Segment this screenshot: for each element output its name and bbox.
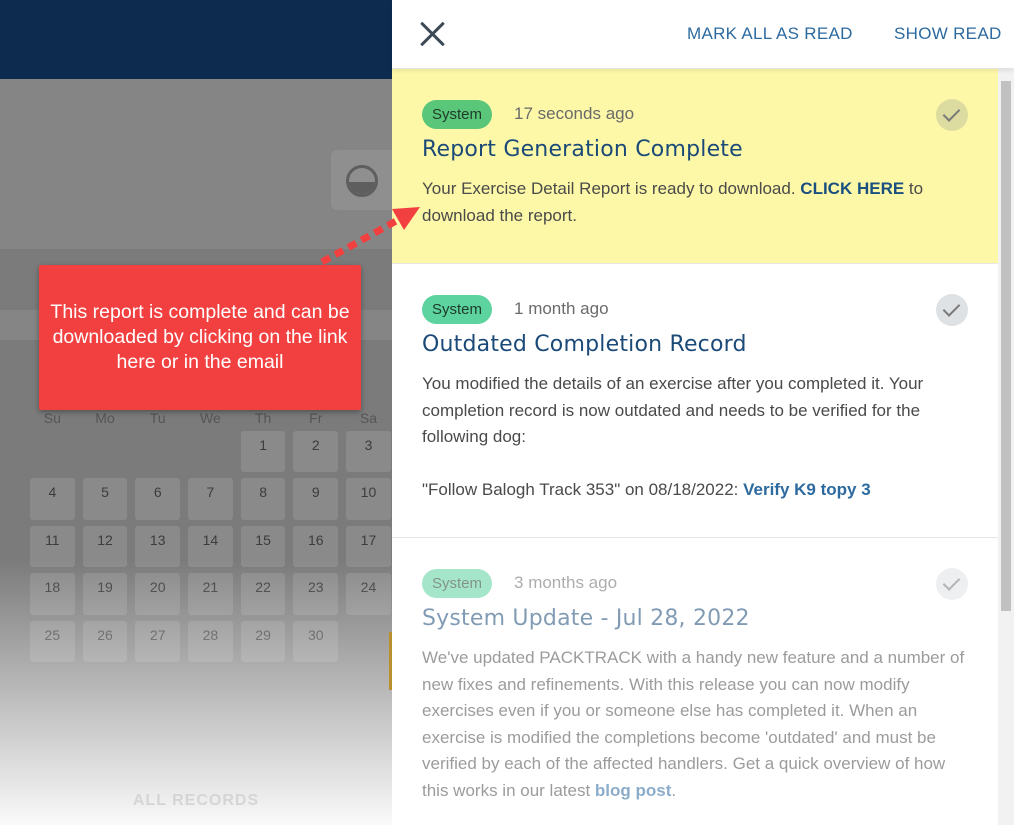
calendar-day: 6 — [135, 478, 181, 520]
weekday-label: Fr — [309, 410, 323, 426]
calendar-day: 10 — [346, 478, 391, 520]
calendar-empty-cell — [346, 621, 391, 662]
weekday-label: Su — [43, 410, 61, 426]
body-text: Your Exercise Detail Report is ready to … — [422, 179, 801, 198]
notification-title: Outdated Completion Record — [422, 332, 747, 357]
calendar-day: 29 — [240, 620, 286, 662]
weekday-label: Tu — [149, 410, 166, 426]
timestamp: 3 months ago — [514, 573, 618, 592]
category-badge: System — [422, 99, 493, 129]
exercise-detail: "Follow Balogh Track 353" on 08/18/2022:… — [422, 477, 968, 504]
calendar-empty-cell — [135, 431, 180, 472]
scrollbar-track[interactable] — [998, 69, 1014, 825]
mark-read-check-icon[interactable] — [936, 568, 968, 600]
calendar-empty-cell — [30, 431, 75, 472]
calendar-day: 14 — [188, 525, 233, 568]
calendar-day: 17 — [346, 525, 391, 568]
calendar-day: 28 — [188, 620, 233, 662]
notification-title: Report Generation Complete — [422, 137, 743, 162]
calendar-day: 27 — [135, 620, 181, 662]
calendar-day: 18 — [30, 573, 75, 615]
calendar-day: 30 — [293, 620, 339, 662]
blog-post-link[interactable]: blog post — [595, 781, 671, 800]
weekday-label: We — [200, 410, 221, 426]
calendar-day: 1 — [240, 431, 286, 473]
calendar-day: 20 — [135, 573, 181, 615]
calendar-day: 9 — [293, 478, 339, 520]
calendar-day: 21 — [188, 573, 233, 615]
drawer-header: MARK ALL AS READ SHOW READ — [392, 0, 1014, 69]
weekday-label: Sa — [359, 410, 378, 426]
gauge-icon — [346, 165, 378, 197]
notification-body: We've updated PACKTRACK with a handy new… — [422, 645, 968, 804]
background-tool-button — [331, 150, 392, 210]
category-badge: System — [422, 294, 493, 324]
notification-item: System 1 month ago Outdated Completion R… — [392, 264, 998, 538]
notification-item: System 17 seconds ago Report Generation … — [392, 69, 998, 264]
background-app: Su Mo Tu We Th Fr Sa 1 2 3 4 5 6 7 8 9 10 11 12 13 14 15 16 17… — [0, 0, 392, 825]
calendar-day: 19 — [82, 573, 128, 615]
calendar-day: 8 — [240, 478, 286, 520]
notification-list: System 17 seconds ago Report Generation … — [392, 69, 998, 825]
weekday-label: Mo — [95, 410, 115, 426]
calendar-day: 5 — [82, 478, 128, 520]
notification-body: You modified the details of an exercise … — [422, 371, 968, 503]
calendar-day: 15 — [240, 525, 286, 568]
notification-body: Your Exercise Detail Report is ready to … — [422, 176, 968, 229]
calendar-day: 12 — [82, 525, 128, 568]
exercise-text: "Follow Balogh Track 353" on 08/18/2022: — [422, 479, 744, 499]
click-here-link[interactable]: CLICK HERE — [800, 179, 904, 198]
mark-all-as-read-button[interactable]: MARK ALL AS READ — [687, 24, 853, 44]
all-records-label: ALL RECORDS — [132, 792, 260, 809]
calendar-empty-cell — [188, 431, 233, 472]
calendar-day: 16 — [293, 525, 339, 568]
calendar-day: 26 — [82, 620, 128, 662]
calendar-day: 3 — [346, 431, 391, 473]
calendar-day: 25 — [30, 620, 75, 662]
timestamp: 1 month ago — [514, 299, 609, 318]
verify-dog-link[interactable]: Verify K9 topy 3 — [743, 480, 871, 499]
calendar-weekday-row: Su Mo Tu We Th Fr Sa — [26, 410, 392, 426]
calendar-day: 22 — [240, 573, 286, 615]
calendar-empty-cell — [83, 431, 128, 472]
timestamp: 17 seconds ago — [514, 104, 635, 123]
app-top-bar — [0, 0, 392, 79]
calendar-day: 23 — [293, 573, 339, 615]
show-read-button[interactable]: SHOW READ — [894, 24, 1002, 44]
weekday-label: Th — [254, 410, 272, 426]
calendar-day: 4 — [30, 478, 75, 520]
notification-item: System 3 months ago System Update - Jul … — [392, 538, 998, 825]
category-badge: System — [422, 568, 493, 598]
calendar-day: 7 — [188, 478, 233, 520]
calendar-day: 13 — [135, 525, 181, 568]
annotation-callout: This report is complete and can be downl… — [39, 265, 361, 410]
calendar: Su Mo Tu We Th Fr Sa 1 2 3 4 5 6 7 8 9 10 11 12 13 14 15 16 17… — [26, 410, 392, 662]
close-icon[interactable] — [416, 18, 448, 50]
notification-title: System Update - Jul 28, 2022 — [422, 606, 750, 631]
calendar-day: 2 — [293, 431, 339, 473]
calendar-day: 11 — [30, 525, 75, 568]
body-text: You modified the details of an exercise … — [422, 374, 924, 446]
mark-read-check-icon[interactable] — [936, 99, 968, 131]
calendar-day-grid: 1 2 3 4 5 6 7 8 9 10 11 12 13 14 15 16 17 18 19 20 21 22 23 24 2… — [26, 428, 392, 665]
body-text: . — [671, 780, 677, 800]
calendar-day: 24 — [346, 573, 391, 615]
notifications-drawer: MARK ALL AS READ SHOW READ System 17 sec… — [392, 0, 1014, 825]
body-text: We've updated PACKTRACK with a handy new… — [422, 648, 965, 800]
mark-read-check-icon[interactable] — [936, 294, 968, 326]
scrollbar-thumb[interactable] — [1001, 81, 1011, 611]
